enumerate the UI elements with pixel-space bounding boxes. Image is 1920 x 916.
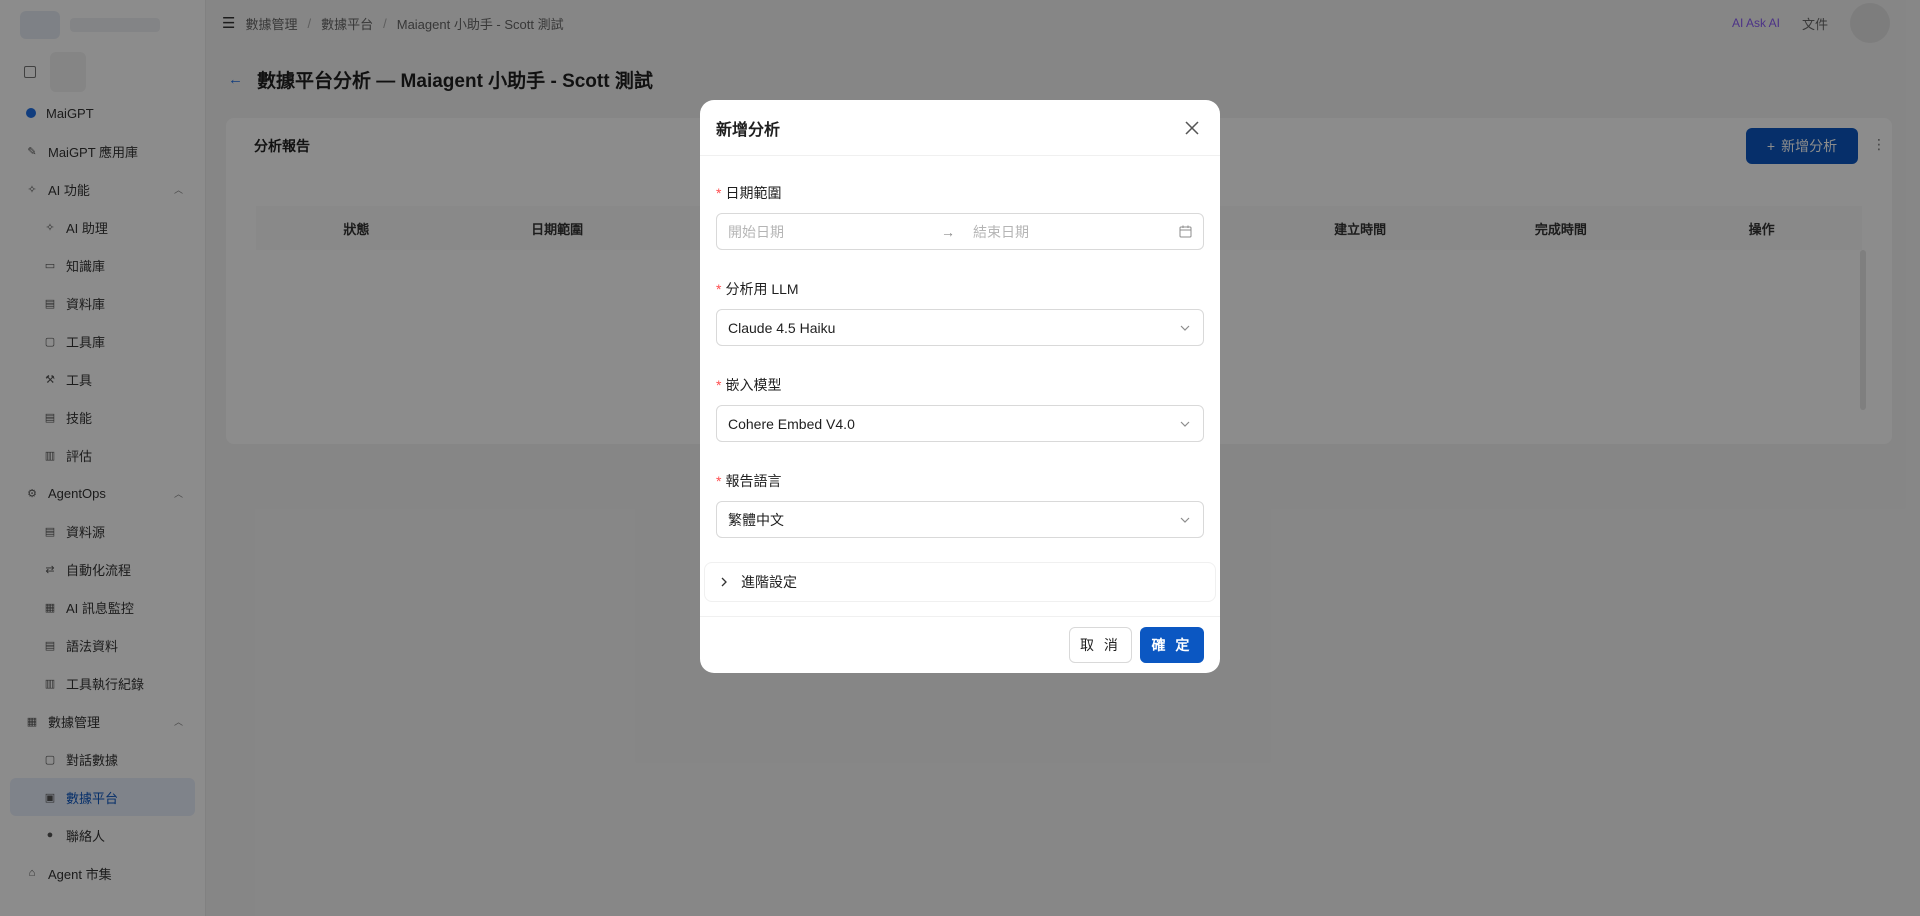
- embed-model-select-value: Cohere Embed V4.0: [728, 415, 855, 432]
- required-mark: *: [716, 377, 722, 393]
- chevron-down-icon: [1178, 513, 1192, 527]
- dialog-header: 新增分析: [700, 100, 1220, 156]
- llm-label-text: 分析用 LLM: [725, 281, 799, 297]
- report-language-select-value: 繁體中文: [728, 511, 784, 528]
- chevron-down-icon: [1178, 321, 1192, 335]
- report-language-select[interactable]: 繁體中文: [716, 501, 1204, 538]
- llm-select-value: Claude 4.5 Haiku: [728, 319, 836, 336]
- dialog-body: * 日期範圍 開始日期 → 結束日期 * 分析用 LLM Claude 4.5 …: [700, 182, 1220, 602]
- required-mark: *: [716, 281, 722, 297]
- new-analysis-dialog: 新增分析 * 日期範圍 開始日期 → 結束日期 * 分析用 LLM Claude…: [700, 100, 1220, 673]
- confirm-button[interactable]: 確 定: [1140, 627, 1204, 663]
- arrow-right-icon: →: [941, 223, 955, 240]
- date-range-label: * 日期範圍: [716, 182, 1204, 204]
- embed-model-field: * 嵌入模型 Cohere Embed V4.0: [716, 374, 1204, 442]
- date-range-field: * 日期範圍 開始日期 → 結束日期: [716, 182, 1204, 250]
- report-language-field: * 報告語言 繁體中文: [716, 470, 1204, 538]
- report-language-label: * 報告語言: [716, 470, 1204, 492]
- close-button[interactable]: [1180, 116, 1204, 140]
- dialog-title: 新增分析: [716, 121, 781, 139]
- embed-model-select[interactable]: Cohere Embed V4.0: [716, 405, 1204, 442]
- report-language-label-text: 報告語言: [725, 473, 782, 489]
- cancel-button[interactable]: 取 消: [1069, 627, 1132, 663]
- required-mark: *: [716, 185, 722, 201]
- chevron-right-icon: [719, 574, 729, 590]
- dialog-footer: 取 消 確 定: [700, 616, 1220, 673]
- chevron-down-icon: [1178, 417, 1192, 431]
- advanced-settings-toggle[interactable]: 進階設定: [704, 562, 1216, 602]
- llm-field: * 分析用 LLM Claude 4.5 Haiku: [716, 278, 1204, 346]
- date-range-label-text: 日期範圍: [725, 185, 782, 201]
- start-date-input[interactable]: 開始日期: [728, 222, 933, 242]
- embed-model-label: * 嵌入模型: [716, 374, 1204, 396]
- embed-model-label-text: 嵌入模型: [725, 377, 782, 393]
- required-mark: *: [716, 473, 722, 489]
- date-range-picker[interactable]: 開始日期 → 結束日期: [716, 213, 1204, 250]
- llm-label: * 分析用 LLM: [716, 278, 1204, 300]
- llm-select[interactable]: Claude 4.5 Haiku: [716, 309, 1204, 346]
- close-icon: [1185, 120, 1199, 135]
- calendar-icon: [1178, 225, 1192, 239]
- end-date-input[interactable]: 結束日期: [973, 222, 1178, 242]
- advanced-settings-label: 進階設定: [741, 574, 797, 590]
